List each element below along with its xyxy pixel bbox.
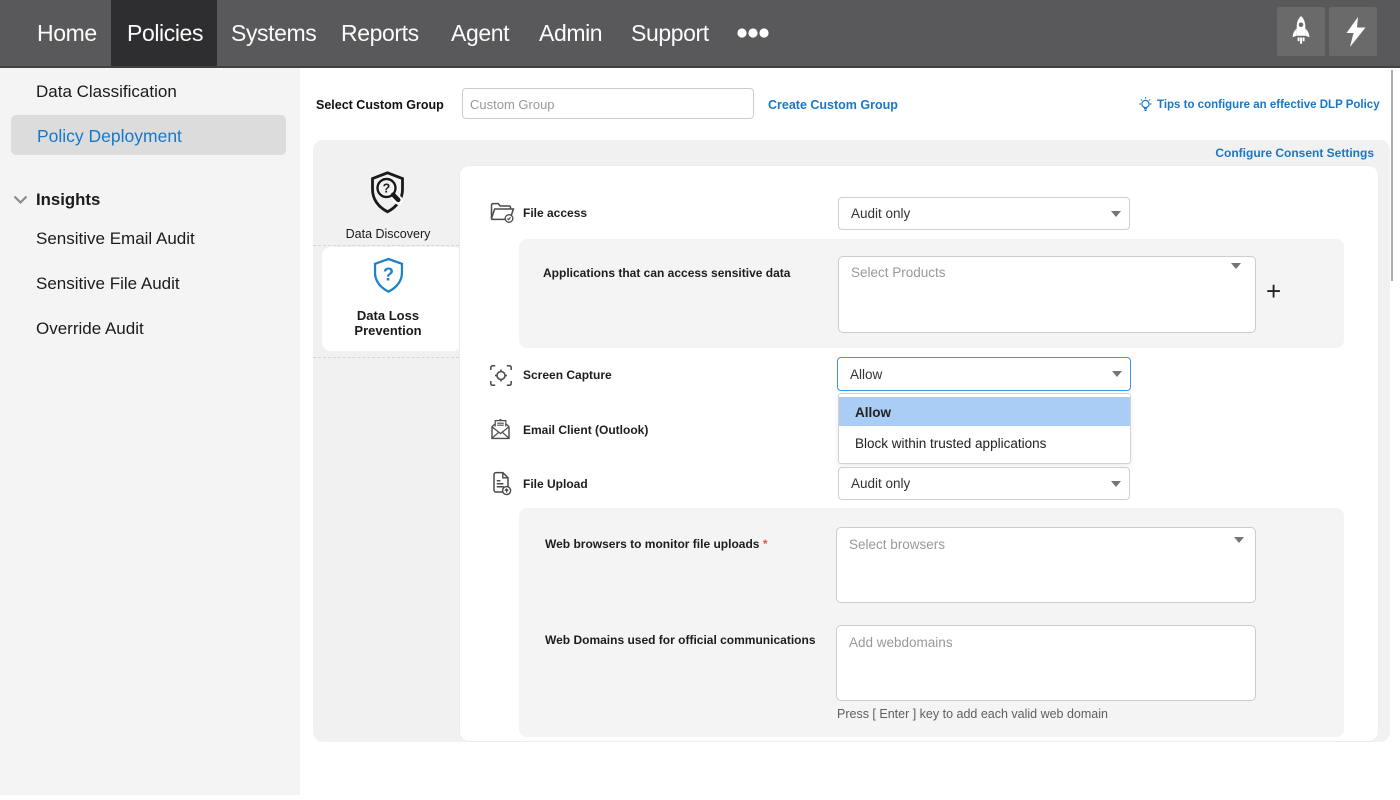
- svg-text:?: ?: [383, 182, 391, 196]
- svg-text:?: ?: [383, 263, 394, 284]
